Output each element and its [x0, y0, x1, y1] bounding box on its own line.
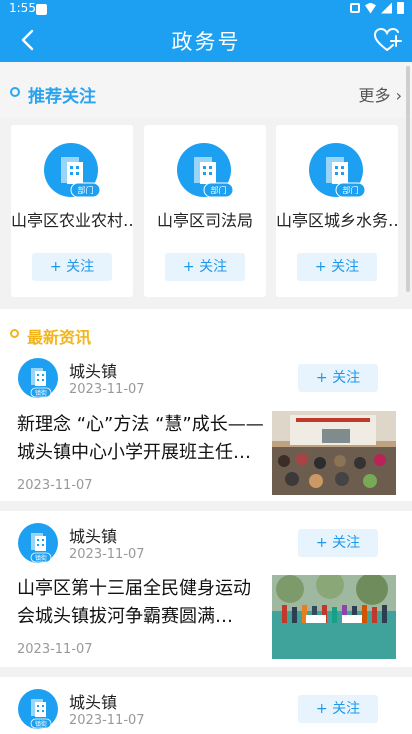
section-dot-icon	[10, 329, 19, 338]
divider	[0, 667, 412, 677]
vibrate-icon	[350, 3, 360, 13]
battery-icon	[397, 2, 404, 14]
town-logo-icon: 镇街	[18, 523, 58, 563]
department-logo-icon: 部门	[309, 143, 365, 198]
signal-icon	[381, 2, 392, 14]
town-badge: 镇街	[35, 720, 47, 728]
department-badge: 部门	[343, 185, 359, 195]
article-date: 2023-11-07	[17, 478, 93, 493]
source-date: 2023-11-07	[69, 547, 145, 562]
source-name[interactable]: 城头镇	[69, 689, 117, 713]
town-badge: 镇街	[35, 554, 47, 562]
follow-button[interactable]: + 关注	[32, 253, 112, 281]
article-title[interactable]: 山亭区第十三届全民健身运动会城头镇拔河争霸赛圆满…	[17, 575, 267, 631]
article-thumbnail[interactable]	[272, 411, 396, 495]
follow-button[interactable]: + 关注	[297, 253, 377, 281]
chevron-right-icon: ›	[395, 86, 402, 105]
news-header: 最新资讯	[0, 309, 412, 353]
status-bar: 1:55	[0, 0, 412, 18]
news-section: 最新资讯 镇街 城头镇 2023-11-07 + 关注 新理念 “心”方法 “慧…	[0, 309, 412, 734]
scrollbar[interactable]	[406, 66, 410, 292]
recommend-name: 山亭区城乡水务…	[276, 211, 398, 230]
recommend-card[interactable]: 部门 山亭区农业农村… + 关注	[11, 125, 133, 297]
town-badge: 镇街	[35, 389, 47, 397]
article-title[interactable]: 新理念 “心”方法 “慧”成长——城头镇中心小学开展班主任…	[17, 411, 267, 467]
article-thumbnail[interactable]	[272, 575, 396, 659]
wifi-icon	[365, 2, 376, 14]
nav-bar: 政务号	[0, 18, 412, 62]
follow-button[interactable]: + 关注	[298, 529, 378, 557]
recommend-card[interactable]: 部门 山亭区城乡水务… + 关注	[276, 125, 398, 297]
follow-button[interactable]: + 关注	[298, 364, 378, 392]
news-item[interactable]: 镇街 城头镇 2023-11-07 + 关注	[0, 677, 412, 734]
recommend-header: 推荐关注 更多 ›	[0, 62, 412, 118]
recommend-section: 推荐关注 更多 › 部门 山亭区农业农村… + 关注 部门 山亭区司法局 + 关…	[0, 62, 412, 309]
follow-button[interactable]: + 关注	[165, 253, 245, 281]
heart-add-icon[interactable]	[372, 25, 402, 55]
section-dot-icon	[10, 87, 20, 97]
recommend-name: 山亭区司法局	[156, 211, 253, 230]
recommend-title: 推荐关注	[28, 87, 96, 107]
status-time: 1:55	[9, 1, 36, 15]
department-logo-icon: 部门	[177, 143, 233, 198]
more-link[interactable]: 更多 ›	[358, 82, 402, 106]
department-logo-icon: 部门	[44, 143, 100, 198]
news-item[interactable]: 镇街 城头镇 2023-11-07 + 关注 山亭区第十三届全民健身运动会城头镇…	[0, 511, 412, 667]
department-badge: 部门	[211, 185, 227, 195]
source-name[interactable]: 城头镇	[69, 358, 117, 382]
more-label: 更多	[358, 86, 391, 105]
source-name[interactable]: 城头镇	[69, 523, 117, 547]
divider	[0, 501, 412, 511]
status-icons	[350, 2, 404, 14]
town-logo-icon: 镇街	[18, 358, 58, 398]
article-date: 2023-11-07	[17, 642, 93, 657]
town-logo-icon: 镇街	[18, 689, 58, 729]
department-badge: 部门	[78, 185, 94, 195]
news-item[interactable]: 镇街 城头镇 2023-11-07 + 关注 新理念 “心”方法 “慧”成长——…	[0, 353, 412, 501]
notification-icon	[36, 4, 47, 15]
follow-button[interactable]: + 关注	[298, 695, 378, 723]
news-title: 最新资讯	[27, 328, 92, 347]
recommend-card[interactable]: 部门 山亭区司法局 + 关注	[144, 125, 266, 297]
page-title: 政务号	[171, 30, 241, 54]
recommend-name: 山亭区农业农村…	[11, 211, 133, 230]
source-date: 2023-11-07	[69, 713, 145, 728]
source-date: 2023-11-07	[69, 382, 145, 397]
